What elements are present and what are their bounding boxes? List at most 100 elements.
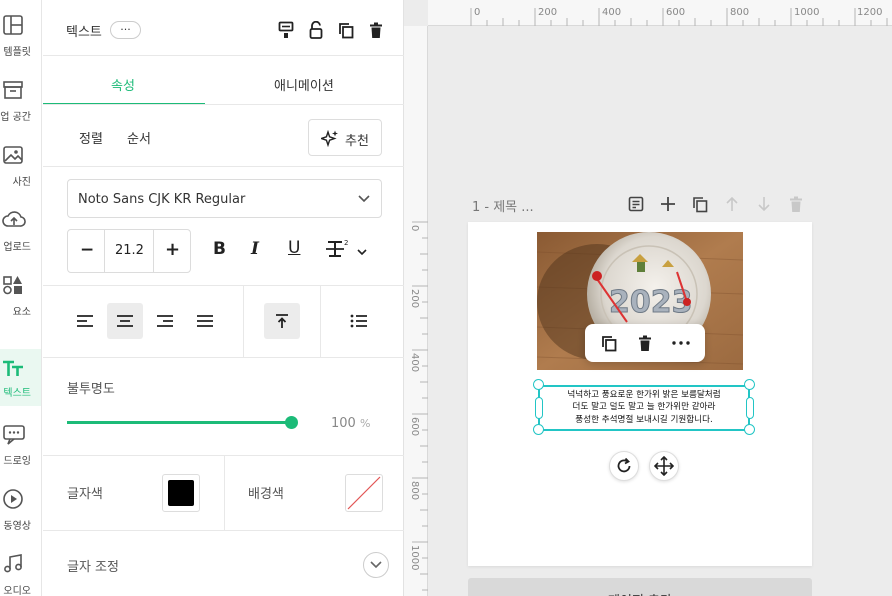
opacity-slider-track[interactable]: [67, 416, 298, 429]
opacity-slider-thumb[interactable]: [284, 416, 298, 429]
background-color-picker[interactable]: [345, 474, 383, 512]
move-page-up-button[interactable]: [722, 194, 742, 214]
rail-item-audio[interactable]: 오디오: [0, 549, 41, 596]
align-justify-button[interactable]: [187, 303, 223, 339]
ruler-tick-label: 800: [409, 481, 420, 501]
page-notes-button[interactable]: [626, 194, 646, 214]
copy-icon: [339, 22, 354, 38]
arrow-down-icon: [758, 197, 770, 212]
align-center-button[interactable]: [107, 303, 143, 339]
align-center-icon: [117, 315, 133, 327]
rail-item-drawing[interactable]: 드로잉: [0, 419, 41, 479]
text-style-more-button[interactable]: 2: [325, 238, 373, 262]
align-top-icon: [276, 314, 288, 328]
rail-label: 업로드: [3, 242, 31, 253]
font-family-value: Noto Sans CJK KR Regular: [78, 192, 246, 207]
rail-item-upload[interactable]: 업로드: [0, 205, 41, 265]
plus-icon: [661, 197, 675, 211]
order-menu[interactable]: 순서: [127, 128, 151, 147]
element-floating-toolbar: [585, 324, 705, 362]
font-size-input[interactable]: 21.2: [115, 243, 144, 258]
tab-animation[interactable]: 애니메이션: [274, 75, 334, 94]
add-page-icon-button[interactable]: [658, 194, 678, 214]
selected-text-element[interactable]: 넉넉하고 풍요로운 한가위 밝은 보름달처럼 더도 말고 덜도 말고 늘 한가위…: [538, 385, 750, 431]
align-menu[interactable]: 정렬: [79, 128, 103, 147]
vertical-align-top-button[interactable]: [264, 303, 300, 339]
align-right-button[interactable]: [147, 303, 183, 339]
ruler-tick-label: 600: [409, 417, 420, 437]
resize-handle-top-right[interactable]: [744, 379, 755, 390]
rail-item-video[interactable]: 동영상: [0, 484, 41, 544]
drawing-icon: [3, 425, 25, 445]
font-family-select[interactable]: Noto Sans CJK KR Regular: [67, 179, 382, 218]
rotate-icon: [617, 457, 631, 473]
ruler-tick-label: 800: [730, 7, 750, 18]
template-icon: [3, 15, 23, 35]
bold-button[interactable]: B: [213, 239, 226, 259]
italic-button[interactable]: I: [251, 239, 259, 259]
delete-button[interactable]: [366, 20, 386, 40]
chevron-down-icon: [358, 195, 370, 203]
text-color-picker[interactable]: [162, 474, 200, 512]
recommend-button[interactable]: 추천: [308, 119, 382, 156]
ruler-tick-label: 1200: [857, 7, 883, 18]
text-icon: [3, 360, 23, 376]
design-page[interactable]: 2023 넉넉하고 풍요로운 한가위 밝은 보름달처럼 더도 말고 덜도 말고 …: [468, 222, 812, 566]
arrow-up-icon: [726, 196, 738, 211]
text-element-content[interactable]: 넉넉하고 풍요로운 한가위 밝은 보름달처럼 더도 말고 덜도 말고 늘 한가위…: [540, 389, 748, 426]
ruler-ticks: [470, 8, 888, 26]
rail-item-template[interactable]: 템플릿: [0, 10, 41, 70]
opacity-value[interactable]: 100: [331, 416, 356, 431]
resize-handle-bottom-right[interactable]: [744, 424, 755, 435]
tab-properties[interactable]: 속성: [111, 75, 135, 94]
style-copy-button[interactable]: [276, 20, 296, 40]
strikethrough-superscript-icon: 2: [326, 239, 367, 257]
rail-label: 텍스트: [3, 388, 31, 399]
rail-item-elements[interactable]: 요소: [0, 270, 41, 330]
rail-item-text[interactable]: 텍스트: [0, 349, 41, 406]
opacity-label: 불투명도: [67, 382, 115, 397]
resize-handle-bottom-left[interactable]: [533, 424, 544, 435]
resize-handle-top-left[interactable]: [533, 379, 544, 390]
no-color-icon: [347, 476, 381, 510]
ruler-tick-label: 600: [666, 7, 686, 18]
copy-icon: [602, 335, 617, 351]
lock-button[interactable]: [306, 20, 326, 40]
floating-delete-button[interactable]: [634, 332, 656, 354]
more-horizontal-icon: [672, 341, 690, 345]
align-left-button[interactable]: [67, 303, 103, 339]
delete-page-button[interactable]: [786, 194, 806, 214]
rotate-button[interactable]: [609, 451, 639, 481]
underline-button[interactable]: U: [288, 238, 300, 258]
rail-item-workspace[interactable]: 업 공간: [0, 75, 41, 135]
paint-roller-icon: [278, 21, 294, 38]
photo-icon: [3, 146, 23, 164]
font-size-increase-button[interactable]: +: [165, 239, 180, 260]
font-size-decrease-button[interactable]: −: [80, 240, 94, 260]
background-color-label: 배경색: [248, 487, 284, 502]
duplicate-page-button[interactable]: [690, 194, 710, 214]
ruler-ticks: [412, 221, 428, 591]
resize-handle-left[interactable]: [535, 397, 543, 419]
rail-label: 요소: [12, 307, 31, 318]
floating-duplicate-button[interactable]: [598, 332, 620, 354]
text-color-label: 글자색: [67, 487, 103, 502]
text-adjust-expand-button[interactable]: [363, 552, 389, 578]
rail-item-photo[interactable]: 사진: [0, 140, 41, 200]
resize-handle-right[interactable]: [746, 397, 754, 419]
move-button[interactable]: [649, 451, 679, 481]
left-rail: 템플릿 업 공간 사진 업로드 요소 텍스트 드로잉 동영상 오디오: [0, 0, 42, 596]
move-page-down-button[interactable]: [754, 194, 774, 214]
floating-more-button[interactable]: [670, 332, 692, 354]
duplicate-button[interactable]: [336, 20, 356, 40]
align-left-icon: [77, 315, 93, 327]
text-adjust-label: 글자 조정: [67, 560, 119, 575]
more-options-button[interactable]: ···: [110, 21, 141, 39]
rail-label: 동영상: [3, 521, 31, 532]
page-title[interactable]: 1 - 제목 ...: [472, 196, 534, 215]
list-button[interactable]: [341, 303, 377, 339]
rail-label: 템플릿: [3, 47, 31, 58]
elements-icon: [3, 276, 22, 295]
add-page-button[interactable]: 페이지 추가: [468, 578, 812, 596]
sparkle-icon: [321, 130, 338, 147]
